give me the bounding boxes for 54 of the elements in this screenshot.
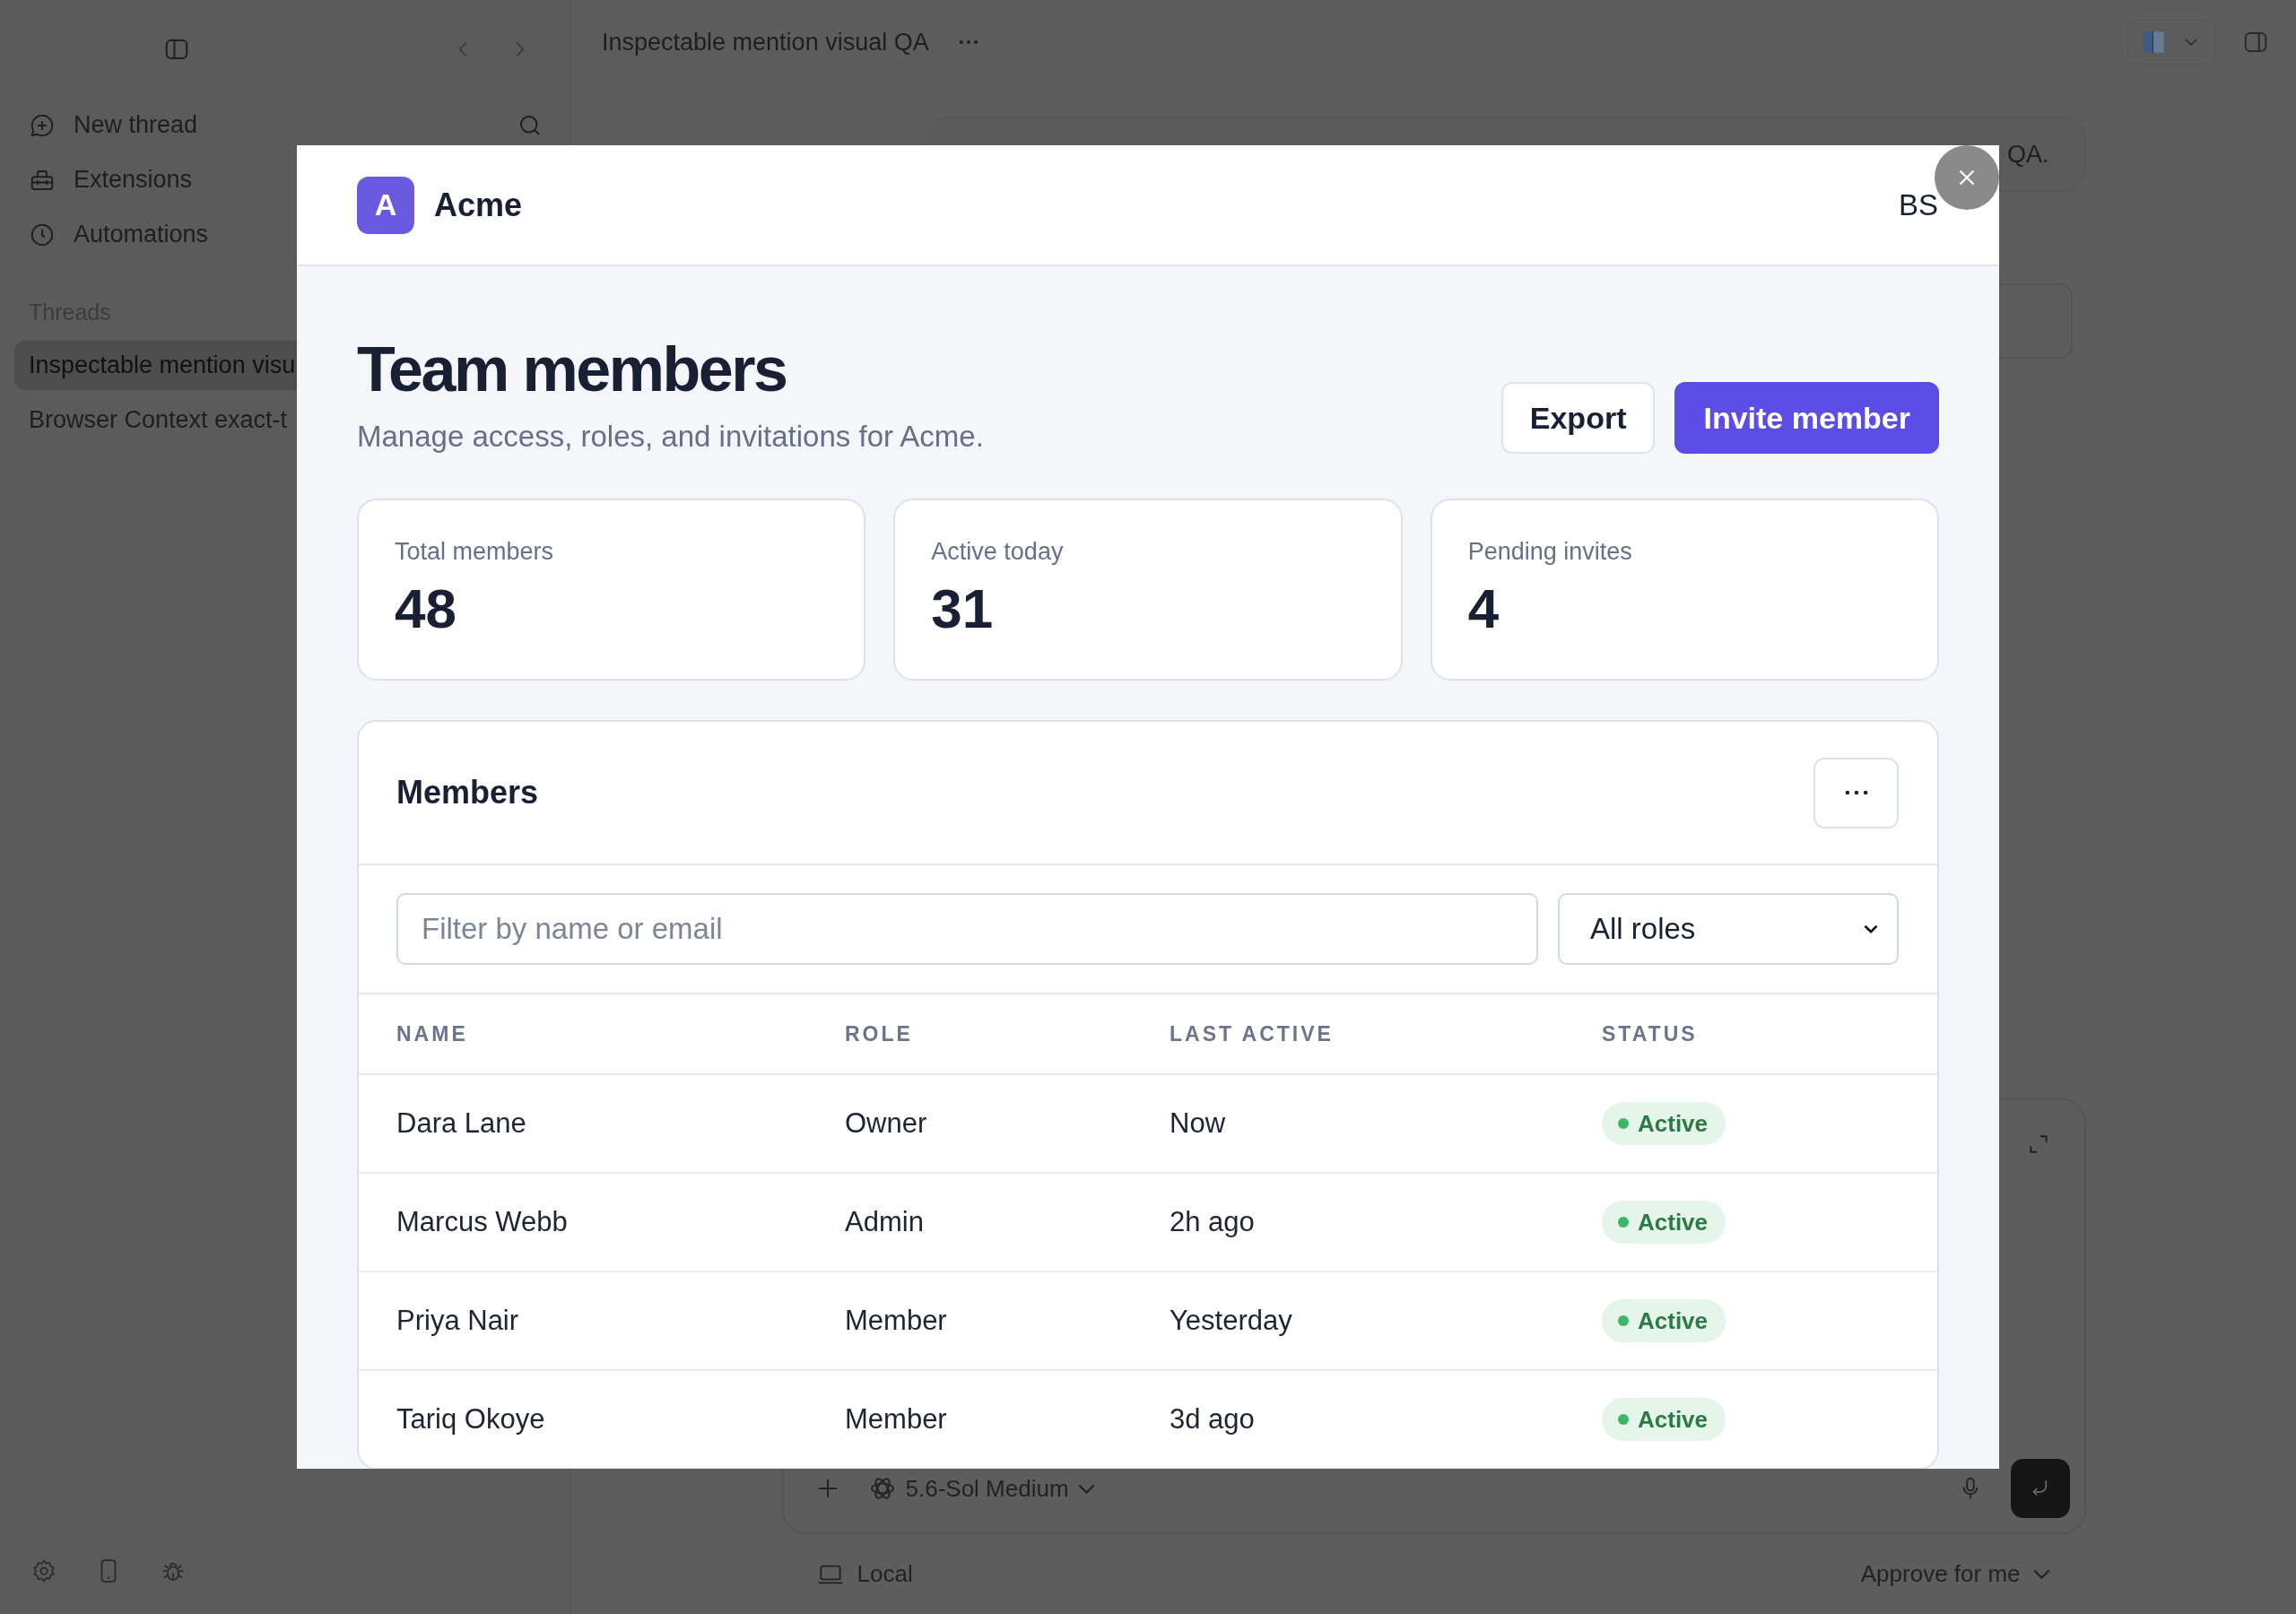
chevron-down-icon — [2032, 1569, 2050, 1579]
status-badge: Active — [1602, 1299, 1726, 1342]
table-cell-text: Tariq Okoye — [396, 1403, 546, 1436]
more-button[interactable] — [1813, 757, 1899, 829]
table-cell-text: 2h ago — [1170, 1206, 1256, 1238]
stat-label: Active today — [931, 538, 1065, 566]
environment-picker[interactable]: Local — [815, 1559, 913, 1589]
more-icon — [1844, 790, 1868, 795]
export-button[interactable]: Export — [1500, 382, 1656, 454]
stat-label: Total members — [395, 538, 555, 566]
table-cell-text: Dara Lane — [396, 1107, 527, 1140]
send-button[interactable] — [2010, 1459, 2070, 1518]
table-cell-text: Member — [845, 1305, 948, 1337]
card-title: Members — [396, 774, 539, 811]
column-header: LAST ACTIVE — [1170, 1021, 1335, 1046]
thread-title: Inspectable mention visual QA — [602, 28, 929, 56]
column-header: ROLE — [845, 1021, 914, 1046]
table-cell-text: Member — [845, 1403, 948, 1436]
status-dot-icon — [1618, 1414, 1629, 1425]
sidebar-item[interactable]: New thread — [74, 111, 198, 139]
model-picker[interactable]: 5.6-Sol Medium — [867, 1474, 1095, 1503]
approval-picker[interactable]: Approve for me — [1860, 1560, 2050, 1588]
stat-value: 4 — [1467, 577, 1500, 640]
status-dot-icon — [1618, 1315, 1629, 1326]
app-picker-button[interactable] — [2127, 20, 2215, 65]
status-badge: Active — [1602, 1201, 1726, 1244]
status-dot-icon — [1618, 1118, 1629, 1129]
stat-value: 31 — [931, 577, 995, 640]
table-cell-text: Owner — [845, 1107, 928, 1140]
table-cell-text: Admin — [845, 1206, 925, 1238]
column-header: STATUS — [1602, 1021, 1699, 1046]
table-cell-text: Yesterday — [1170, 1305, 1293, 1337]
sidebar-item[interactable]: Automations — [74, 221, 209, 248]
chevron-down-icon — [1077, 1483, 1095, 1494]
user-initials[interactable]: BS — [1898, 187, 1938, 222]
table-cell-text: Marcus Webb — [396, 1206, 569, 1238]
table-cell-text: 3d ago — [1170, 1403, 1256, 1436]
page-subtitle: Manage access, roles, and invitations for Acme. — [357, 420, 984, 454]
table-cell-text: Priya Nair — [396, 1305, 520, 1337]
column-header: NAME — [396, 1021, 469, 1046]
invite-button[interactable]: Invite member — [1674, 382, 1939, 454]
table-cell-text: Now — [1170, 1107, 1226, 1140]
settings-icon[interactable] — [30, 1558, 57, 1584]
role-select[interactable]: All roles — [1558, 893, 1899, 965]
message-text: QA. — [2007, 140, 2049, 169]
filter-field[interactable]: Filter by name or email — [396, 893, 1538, 965]
status-badge: Active — [1602, 1102, 1726, 1145]
org-name: Acme — [434, 186, 523, 224]
org-logo: A — [357, 176, 414, 234]
status-dot-icon — [1618, 1217, 1629, 1228]
status-badge: Active — [1602, 1398, 1726, 1441]
sidebar-item[interactable]: Extensions — [74, 166, 193, 194]
stat-label: Pending invites — [1467, 538, 1633, 566]
stat-value: 48 — [395, 577, 457, 640]
